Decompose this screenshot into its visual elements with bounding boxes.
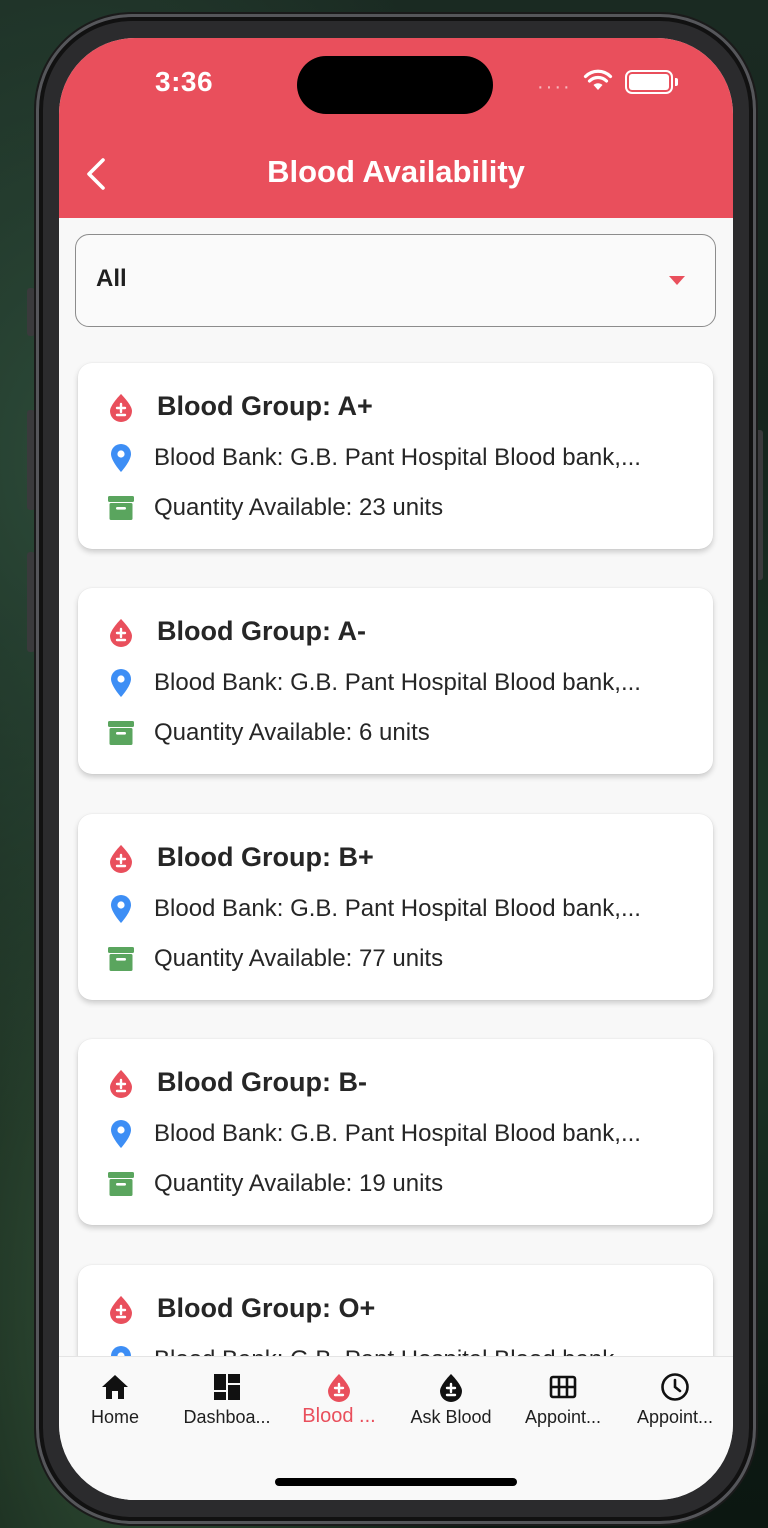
nav-item-ask-blood[interactable]: Ask Blood	[395, 1371, 507, 1441]
dashboard-icon	[214, 1374, 240, 1400]
page-title: Blood Availability	[267, 154, 525, 189]
blood-drop-icon	[328, 1374, 350, 1402]
blood-group-label: Blood Group: B+	[157, 842, 374, 872]
archive-box-icon	[106, 1169, 136, 1199]
archive-box-icon	[106, 493, 136, 523]
blood-bank-label: Blood Bank: G.B. Pant Hospital Blood ban…	[154, 669, 641, 696]
archive-box-icon	[106, 944, 136, 974]
blood-availability-card[interactable]: Blood Group: B+ Blood Bank: G.B. Pant Ho…	[78, 814, 713, 1000]
blood-drop-icon	[106, 617, 136, 647]
volume-down-button	[27, 552, 35, 652]
dropdown-selected-value: All	[96, 265, 127, 292]
app-bar: 3:36 ···· Blood Availability	[59, 38, 733, 218]
dropdown-caret-icon	[669, 276, 685, 285]
blood-group-label: Blood Group: B-	[157, 1067, 367, 1097]
location-pin-icon	[106, 668, 136, 698]
quantity-label: Quantity Available: 6 units	[154, 719, 430, 746]
blood-drop-icon	[106, 1068, 136, 1098]
mute-switch	[27, 288, 35, 336]
blood-drop-icon	[106, 1294, 136, 1324]
phone-screen: 3:36 ···· Blood Availability All Blood G…	[59, 38, 733, 1500]
nav-item-appointments[interactable]: Appoint...	[507, 1371, 619, 1441]
wifi-icon	[583, 69, 613, 90]
cellular-signal-icon: ····	[537, 76, 572, 98]
blood-bank-label: Blood Bank: G.B. Pant Hospital Blood ban…	[154, 1346, 641, 1356]
nav-item-appointment-history[interactable]: Appoint...	[619, 1371, 731, 1441]
grid-icon	[549, 1375, 577, 1399]
volume-up-button	[27, 410, 35, 510]
blood-availability-card[interactable]: Blood Group: A+ Blood Bank: G.B. Pant Ho…	[78, 363, 713, 549]
home-icon	[102, 1375, 128, 1399]
blood-group-filter-dropdown[interactable]: All	[75, 234, 716, 327]
blood-drop-icon	[106, 843, 136, 873]
blood-group-label: Blood Group: A+	[157, 391, 373, 421]
nav-item-dashboard[interactable]: Dashboa...	[171, 1371, 283, 1441]
blood-availability-card[interactable]: Blood Group: O+ Blood Bank: G.B. Pant Ho…	[78, 1265, 713, 1356]
dynamic-island	[297, 56, 493, 114]
quantity-label: Quantity Available: 19 units	[154, 1170, 444, 1197]
home-indicator[interactable]	[275, 1478, 517, 1486]
blood-availability-card[interactable]: Blood Group: A- Blood Bank: G.B. Pant Ho…	[78, 588, 713, 774]
blood-group-label: Blood Group: O+	[157, 1293, 376, 1323]
quantity-label: Quantity Available: 23 units	[154, 494, 444, 521]
blood-availability-list[interactable]: All Blood Group: A+ Blood Bank: G.B. Pan…	[59, 218, 733, 1356]
blood-bank-label: Blood Bank: G.B. Pant Hospital Blood ban…	[154, 444, 641, 471]
nav-label: Home	[90, 1407, 139, 1427]
nav-label: Appoint...	[524, 1407, 602, 1427]
blood-bank-label: Blood Bank: G.B. Pant Hospital Blood ban…	[154, 895, 641, 922]
nav-label: Blood ...	[302, 1405, 376, 1427]
blood-group-label: Blood Group: A-	[157, 616, 366, 646]
nav-label: Appoint...	[636, 1407, 714, 1427]
location-pin-icon	[106, 443, 136, 473]
nav-label: Dashboa...	[183, 1407, 271, 1427]
clock-icon	[661, 1373, 689, 1401]
blood-drop-icon	[106, 392, 136, 422]
quantity-label: Quantity Available: 77 units	[154, 945, 444, 972]
blood-drop-icon	[440, 1374, 462, 1402]
location-pin-icon	[106, 1345, 136, 1356]
blood-availability-card[interactable]: Blood Group: B- Blood Bank: G.B. Pant Ho…	[78, 1039, 713, 1225]
location-pin-icon	[106, 1119, 136, 1149]
nav-item-home[interactable]: Home	[59, 1371, 171, 1441]
status-time: 3:36	[155, 66, 214, 97]
location-pin-icon	[106, 894, 136, 924]
archive-box-icon	[106, 718, 136, 748]
battery-icon	[625, 70, 678, 94]
blood-bank-label: Blood Bank: G.B. Pant Hospital Blood ban…	[154, 1120, 641, 1147]
nav-item-blood-availability[interactable]: Blood ...	[283, 1371, 395, 1441]
power-button	[755, 430, 763, 580]
nav-label: Ask Blood	[410, 1407, 492, 1427]
